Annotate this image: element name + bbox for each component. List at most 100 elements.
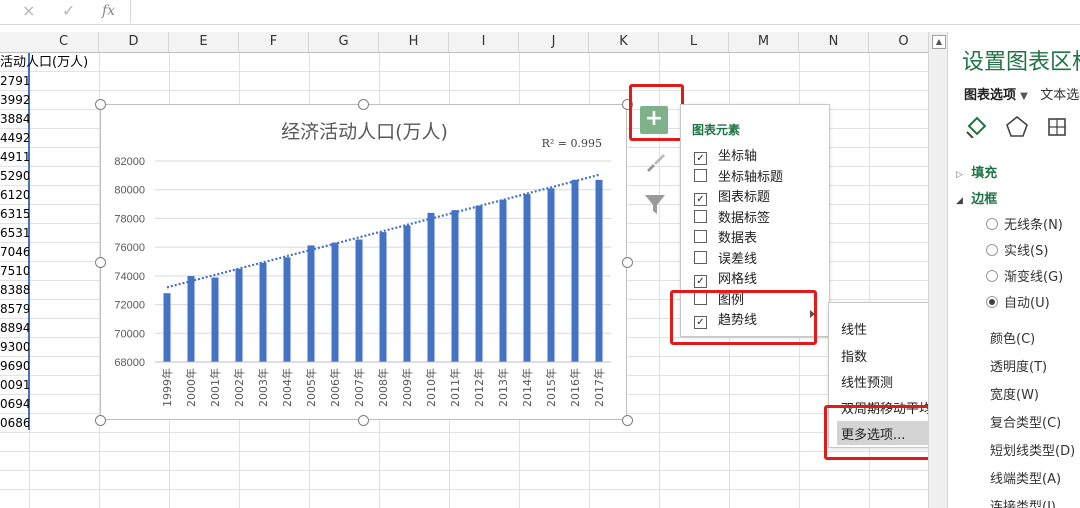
bar[interactable] [523, 194, 531, 362]
border-property-label[interactable]: 线端类型(A) [990, 468, 1061, 487]
column-header[interactable]: N [799, 32, 869, 52]
cell-value[interactable]: 8388 [0, 281, 29, 300]
column-header[interactable]: O [869, 32, 928, 52]
section-fill[interactable]: ▷ 填充 [956, 162, 997, 181]
cell-value[interactable]: 4911 [0, 148, 29, 167]
bar[interactable] [379, 232, 387, 362]
cell-value[interactable]: 0686 [0, 414, 29, 433]
cell-value[interactable]: 6120 [0, 186, 29, 205]
cell-value[interactable]: 4492 [0, 129, 29, 148]
border-option-radio[interactable]: 自动(U) [986, 292, 1050, 311]
column-header[interactable]: M [729, 32, 799, 52]
checkbox[interactable] [694, 168, 707, 182]
resize-handle[interactable] [95, 99, 106, 110]
column-header[interactable]: C [29, 32, 99, 52]
cell-value[interactable]: 5290 [0, 167, 29, 186]
resize-handle[interactable] [358, 415, 369, 426]
header-cell[interactable]: 活动人口(万人) [0, 53, 88, 72]
bar[interactable] [571, 179, 579, 362]
bar[interactable] [427, 212, 435, 362]
border-option-radio[interactable]: 实线(S) [986, 240, 1048, 259]
function-icon[interactable]: fx [102, 3, 115, 19]
formula-input[interactable] [130, 0, 1080, 23]
chart-element-item[interactable]: ✓ 图表标题 [694, 186, 770, 206]
bar[interactable] [355, 239, 363, 362]
menu-item-linear[interactable]: 线性 [841, 319, 867, 338]
menu-item-exponential[interactable]: 指数 [841, 346, 867, 365]
checkbox[interactable]: ✓ [694, 275, 707, 288]
cell-value[interactable]: 3884 [0, 110, 29, 129]
chart-element-item[interactable]: ✓ 坐标轴 [694, 145, 757, 165]
bar[interactable] [259, 262, 267, 362]
border-property-label[interactable]: 透明度(T) [990, 356, 1047, 375]
bar[interactable] [475, 205, 483, 362]
bar[interactable] [307, 245, 315, 362]
resize-handle[interactable] [95, 257, 106, 268]
bar[interactable] [283, 257, 291, 362]
cell-value[interactable]: 0694 [0, 395, 29, 414]
border-option-radio[interactable]: 无线条(N) [986, 214, 1063, 233]
cell-value[interactable]: 9300 [0, 338, 29, 357]
column-header[interactable]: H [379, 32, 449, 52]
column-header[interactable]: K [589, 32, 659, 52]
cell-value[interactable]: 6531 [0, 224, 29, 243]
border-property-label[interactable]: 宽度(W) [990, 384, 1039, 403]
checkbox[interactable] [694, 230, 707, 243]
checkbox[interactable] [694, 209, 707, 223]
size-properties-icon[interactable] [1044, 114, 1070, 138]
bar[interactable] [451, 210, 459, 362]
tab-chart-options[interactable]: 图表选项 [964, 88, 1016, 103]
column-header[interactable]: G [309, 32, 379, 52]
bar[interactable] [403, 225, 411, 362]
menu-item-linear-forecast[interactable]: 线性预测 [841, 372, 893, 391]
scroll-up-icon[interactable]: ▲ [932, 35, 946, 49]
confirm-icon[interactable]: ✓ [62, 1, 75, 20]
chart-styles-button[interactable] [641, 148, 669, 176]
border-property-label[interactable]: 连接类型(J) [990, 496, 1056, 508]
border-property-label[interactable]: 短划线类型(D) [990, 440, 1075, 459]
chart-element-item[interactable]: 数据标签 [694, 207, 770, 227]
column-header[interactable]: I [449, 32, 519, 52]
checkbox[interactable]: ✓ [694, 152, 707, 165]
chart-filters-button[interactable] [641, 190, 669, 218]
vertical-scrollbar[interactable]: ▲ [928, 32, 947, 508]
resize-handle[interactable] [622, 257, 633, 268]
plot-area[interactable]: 82000 80000 78000 76000 74000 72000 70000 68000… [101, 105, 628, 421]
tab-text-options[interactable]: 文本选项 [1040, 88, 1080, 103]
bar[interactable] [187, 275, 195, 362]
column-header[interactable]: F [239, 32, 309, 52]
bar[interactable] [211, 277, 219, 362]
checkbox[interactable]: ✓ [694, 193, 707, 206]
bar[interactable] [163, 293, 171, 362]
chart-element-item[interactable]: 坐标轴标题 [694, 166, 783, 186]
cell-value[interactable]: 8579 [0, 300, 29, 319]
border-property-label[interactable]: 复合类型(C) [990, 412, 1061, 431]
bar[interactable] [595, 179, 603, 362]
resize-handle[interactable] [95, 415, 106, 426]
cell-value[interactable]: 9690 [0, 357, 29, 376]
cancel-icon[interactable]: × [22, 1, 35, 20]
bar[interactable] [235, 268, 243, 362]
chart-area[interactable]: 经济活动人口(万人) R² = 0.995 82000 80000 78000 760… [100, 104, 627, 420]
column-header[interactable]: D [99, 32, 169, 52]
chart-element-item[interactable]: 数据表 [694, 227, 757, 247]
cell-value[interactable]: 3992 [0, 91, 29, 110]
resize-handle[interactable] [622, 415, 633, 426]
chart-element-item[interactable]: ✓ 网格线 [694, 268, 757, 288]
cell-value[interactable]: 6315 [0, 205, 29, 224]
resize-handle[interactable] [358, 99, 369, 110]
effects-icon[interactable] [1004, 114, 1030, 138]
cell-value[interactable]: 8894 [0, 319, 29, 338]
column-header[interactable]: L [659, 32, 729, 52]
cell-value[interactable]: 7046 [0, 243, 29, 262]
chevron-down-icon[interactable]: ▼ [1020, 91, 1028, 102]
cell-value[interactable]: 0091 [0, 376, 29, 395]
fill-line-icon[interactable] [964, 114, 990, 138]
bar[interactable] [547, 188, 555, 362]
cell-value[interactable]: 2791 [0, 72, 29, 91]
checkbox[interactable] [694, 250, 707, 264]
border-property-label[interactable]: 颜色(C) [990, 328, 1035, 347]
column-header[interactable]: E [169, 32, 239, 52]
chart-element-item[interactable]: 误差线 [694, 248, 757, 268]
column-header[interactable]: J [519, 32, 589, 52]
